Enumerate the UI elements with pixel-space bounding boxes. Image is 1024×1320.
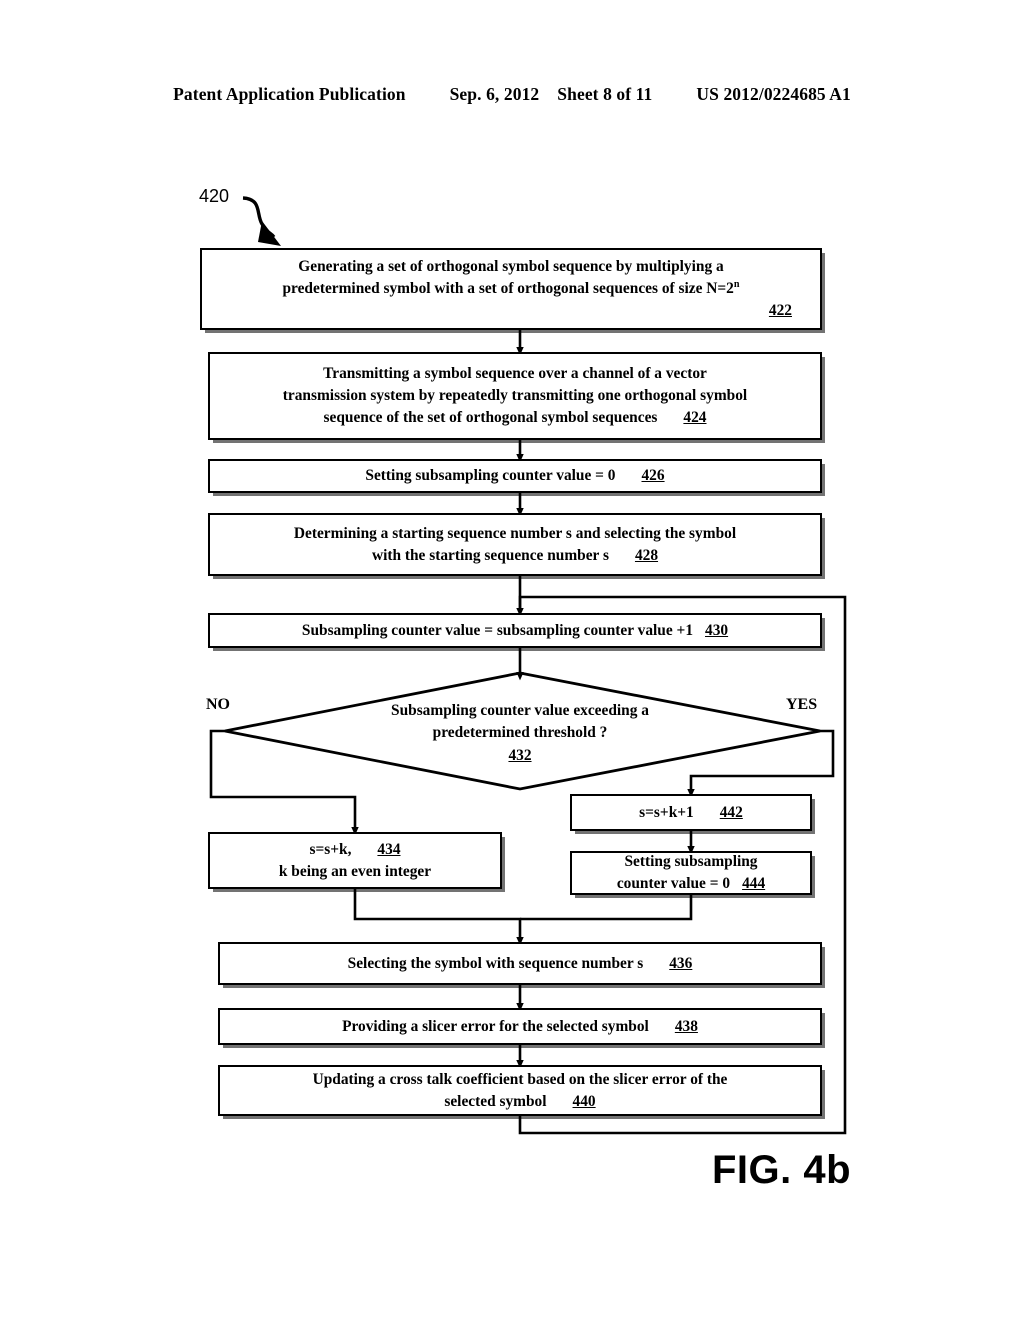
arrow-444-436 [520, 895, 693, 921]
flow-node-428-ref: 428 [634, 546, 659, 564]
flow-node-438-ref: 438 [674, 1017, 698, 1035]
flowchart: 420 Generating a set of orthogonal symbo… [0, 0, 1024, 1320]
flow-node-424-line3: sequence of the set of orthogonal symbol… [323, 408, 658, 426]
arrow-yes-branch-442 [687, 729, 835, 798]
flow-node-436-line1: Selecting the symbol with sequence numbe… [347, 954, 644, 972]
flow-node-430-line1: Subsampling counter value = subsampling … [301, 621, 694, 639]
flow-node-428-line1: Determining a starting sequence number s… [293, 524, 737, 542]
flow-node-442: s=s+k+1 442 [570, 794, 812, 831]
flow-node-440: Updating a cross talk coefficient based … [218, 1065, 822, 1116]
decision-diamond-432 [224, 671, 821, 791]
flow-node-438: Providing a slicer error for the selecte… [218, 1008, 822, 1045]
flow-node-442-line1: s=s+k+1 [639, 803, 694, 821]
flow-node-426-ref: 426 [641, 467, 665, 485]
flow-node-434: s=s+k, 434 k being an even integer [208, 832, 502, 889]
flow-node-444-ref: 444 [742, 875, 766, 892]
flow-node-428: Determining a starting sequence number s… [208, 513, 822, 576]
flow-node-428-line2: with the starting sequence number s [371, 546, 609, 564]
flow-node-424: Transmitting a symbol sequence over a ch… [208, 352, 822, 440]
flow-node-422-ref: 422 [768, 301, 792, 319]
flow-node-422-line2: predetermined symbol with a set of ortho… [282, 280, 734, 298]
figure-caption: FIG. 4b [712, 1148, 852, 1192]
figure-callout-420: 420 [199, 186, 230, 206]
flow-node-442-ref: 442 [719, 803, 743, 821]
flow-node-444-line2: counter value = 0 [616, 875, 731, 892]
flow-node-430-ref: 430 [705, 621, 729, 639]
flow-node-444-line1: Setting subsampling [624, 853, 758, 871]
flow-node-444: Setting subsampling counter value = 0 444 [570, 851, 812, 895]
flow-node-426: Setting subsampling counter value = 0 426 [208, 459, 822, 493]
decision-label-no: NO [206, 696, 230, 713]
decision-label-yes: YES [786, 696, 818, 713]
flow-node-426-line1: Setting subsampling counter value = 0 [365, 467, 616, 485]
flow-node-440-line2: selected symbol [444, 1092, 547, 1110]
flow-node-436: Selecting the symbol with sequence numbe… [218, 942, 822, 985]
patent-figure-page: Patent Application Publication Sep. 6, 20… [0, 0, 1024, 1320]
callout-arrowhead-420 [258, 221, 281, 246]
flow-node-424-ref: 424 [683, 408, 707, 426]
flow-node-422: Generating a set of orthogonal symbol se… [200, 248, 822, 330]
flow-node-424-line2: transmission system by repeatedly transm… [282, 387, 748, 405]
flow-node-424-line1: Transmitting a symbol sequence over a ch… [323, 365, 707, 383]
arrow-434-436 [353, 889, 524, 946]
flow-node-434-line2: k being an even integer [278, 862, 432, 880]
flow-node-430: Subsampling counter value = subsampling … [208, 613, 822, 648]
flowchart-connectors [209, 196, 847, 1135]
flow-node-422-line1: Generating a set of orthogonal symbol se… [298, 258, 724, 276]
flow-node-422-exponent: n [733, 278, 740, 290]
arrow-no-branch-434 [209, 729, 359, 836]
flow-node-438-line1: Providing a slicer error for the selecte… [342, 1017, 649, 1035]
flow-node-434-ref: 434 [377, 840, 401, 858]
flow-node-436-ref: 436 [669, 954, 693, 972]
flow-node-434-line1: s=s+k, [309, 840, 352, 858]
flow-node-440-ref: 440 [572, 1092, 596, 1110]
flow-node-440-line1: Updating a cross talk coefficient based … [312, 1070, 728, 1088]
